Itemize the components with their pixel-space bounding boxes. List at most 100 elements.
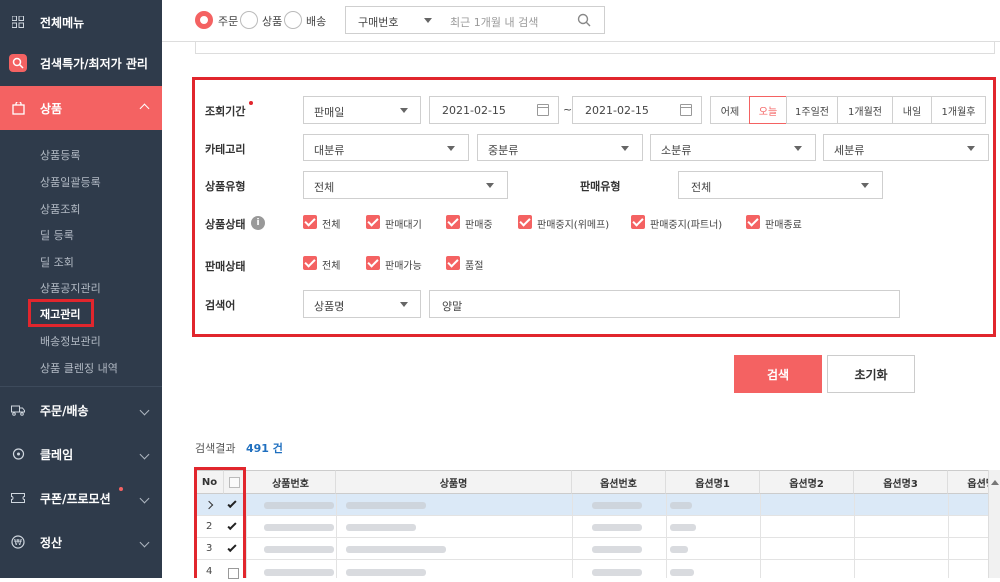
sidebar-subitem[interactable]: 상품일괄등록 [40, 174, 101, 190]
col-header-product-no[interactable]: 상품번호 [246, 470, 336, 494]
table-scrollbar[interactable] [988, 470, 1000, 578]
date-to-input[interactable]: 2021-02-15 [572, 96, 702, 124]
pstatus-onsale-checkbox[interactable] [446, 215, 460, 229]
new-dot-icon [119, 487, 123, 491]
blurred-option-name [670, 502, 692, 509]
caret-down-icon [424, 18, 432, 23]
sidebar-item-product[interactable]: 상품 [0, 86, 162, 130]
grid-line [666, 494, 667, 578]
sidebar-item-coupon[interactable]: 쿠폰/프로모션 [0, 476, 162, 520]
sstatus-available-checkbox[interactable] [366, 256, 380, 270]
category-medium-select[interactable]: 중분류 [477, 134, 643, 161]
sidebar-subitem[interactable]: 상품 클렌징 내역 [40, 360, 118, 376]
chevron-down-icon [139, 405, 150, 415]
grid-line [760, 494, 761, 578]
sidebar-item-order[interactable]: 주문/배송 [0, 388, 162, 432]
select-value: 세분류 [834, 144, 865, 157]
sstatus-soldout-checkbox[interactable] [446, 256, 460, 270]
checkbox-label: 전체 [322, 220, 341, 231]
checkbox-label: 품절 [465, 261, 484, 272]
quick-1month-after-button[interactable]: 1개월후 [931, 96, 986, 124]
col-header-option1[interactable]: 옵션명1 [666, 470, 760, 494]
period-type-select[interactable]: 판매일 [303, 96, 421, 124]
input-value: 양말 [442, 300, 463, 313]
sale-type-select[interactable]: 전체 [678, 171, 883, 199]
caret-down-icon [861, 183, 869, 188]
magnifier-icon[interactable] [577, 13, 591, 30]
chevron-down-icon [139, 493, 150, 503]
sidebar-item-settle[interactable]: ₩ 정산 [0, 520, 162, 564]
blurred-product-name [346, 569, 426, 576]
required-dot-icon [249, 101, 253, 105]
sidebar-item-claim[interactable]: 클레임 [0, 432, 162, 476]
won-coin-icon: ₩ [9, 533, 27, 551]
category-small-select[interactable]: 소분류 [650, 134, 816, 161]
sidebar-label: 쿠폰/프로모션 [40, 491, 111, 506]
table-row[interactable]: 2 [196, 516, 1000, 538]
bag-icon [9, 99, 27, 117]
table-row[interactable]: 4 [196, 560, 1000, 582]
col-header-product-name[interactable]: 상품명 [336, 470, 572, 494]
radio-order[interactable] [195, 11, 213, 29]
col-header-option2[interactable]: 옵션명2 [760, 470, 854, 494]
sidebar-subitem[interactable]: 딜 등록 [40, 227, 74, 243]
results-count: 491 건 [246, 442, 283, 455]
blurred-product-name [346, 546, 446, 553]
date-from-input[interactable]: 2021-02-15 [429, 96, 559, 124]
product-type-select[interactable]: 전체 [303, 171, 508, 199]
blurred-option-no [592, 524, 642, 531]
pstatus-waiting-checkbox[interactable] [366, 215, 380, 229]
sidebar-subitem[interactable]: 상품공지관리 [40, 280, 101, 296]
col-header-option-no[interactable]: 옵션번호 [572, 470, 666, 494]
quick-yesterday-button[interactable]: 어제 [710, 96, 750, 124]
sidebar-subitem[interactable]: 딜 조회 [40, 254, 74, 270]
blurred-option-name [670, 524, 696, 531]
search-button[interactable]: 검색 [734, 355, 822, 393]
calendar-icon[interactable] [680, 104, 692, 116]
select-value: 대분류 [314, 144, 345, 157]
sidebar-item-menu-all[interactable]: 전체메뉴 [0, 0, 162, 44]
pstatus-stopped-partner-checkbox[interactable] [631, 215, 645, 229]
select-value: 전체 [314, 181, 335, 194]
scroll-up-arrow-icon[interactable] [991, 480, 999, 485]
col-header-option3[interactable]: 옵션명3 [854, 470, 948, 494]
category-large-select[interactable]: 대분류 [303, 134, 469, 161]
reset-button[interactable]: 초기화 [827, 355, 915, 393]
sstatus-all-checkbox[interactable] [303, 256, 317, 270]
grid-line [854, 494, 855, 578]
ticket-icon [9, 489, 27, 507]
sidebar-label: 주문/배송 [40, 403, 89, 418]
table-row[interactable]: 3 [196, 538, 1000, 560]
blurred-option-name [670, 569, 694, 576]
table-row[interactable] [196, 494, 1000, 516]
pstatus-stopped-wemakeprice-checkbox[interactable] [518, 215, 532, 229]
top-search-box: 구매번호 최근 1개월 내 검색 [345, 6, 605, 34]
caret-down-icon [447, 146, 455, 151]
radio-shipping[interactable] [284, 11, 302, 29]
quick-1week-before-button[interactable]: 1주일전 [786, 96, 838, 124]
calendar-icon[interactable] [537, 104, 549, 116]
category-detail-select[interactable]: 세분류 [823, 134, 989, 161]
blurred-product-no [264, 546, 334, 553]
sidebar-subitem[interactable]: 상품조회 [40, 201, 80, 217]
sidebar-subitem[interactable]: 배송정보관리 [40, 333, 101, 349]
sidebar-item-search-special[interactable]: 검색특가/최저가 관리 [0, 41, 162, 85]
select-value: 판매일 [314, 106, 345, 119]
pstatus-ended-checkbox[interactable] [746, 215, 760, 229]
info-icon[interactable]: i [251, 216, 265, 230]
quick-1month-before-button[interactable]: 1개월전 [837, 96, 893, 124]
search-type-select[interactable]: 구매번호 [358, 14, 398, 30]
keyword-input[interactable]: 양말 [429, 290, 900, 318]
sidebar-subitem-inventory[interactable]: 재고관리 [40, 306, 80, 322]
sidebar-subitem[interactable]: 상품등록 [40, 147, 80, 163]
search-input[interactable]: 최근 1개월 내 검색 [450, 14, 538, 30]
radio-product[interactable] [240, 11, 258, 29]
pstatus-all-checkbox[interactable] [303, 215, 317, 229]
grid-line [336, 494, 337, 578]
quick-today-button[interactable]: 오늘 [749, 96, 787, 124]
quick-tomorrow-button[interactable]: 내일 [892, 96, 932, 124]
keyword-type-select[interactable]: 상품명 [303, 290, 421, 318]
chevron-up-icon [139, 103, 150, 113]
date-separator: ~ [563, 103, 573, 116]
blurred-option-no [592, 569, 642, 576]
